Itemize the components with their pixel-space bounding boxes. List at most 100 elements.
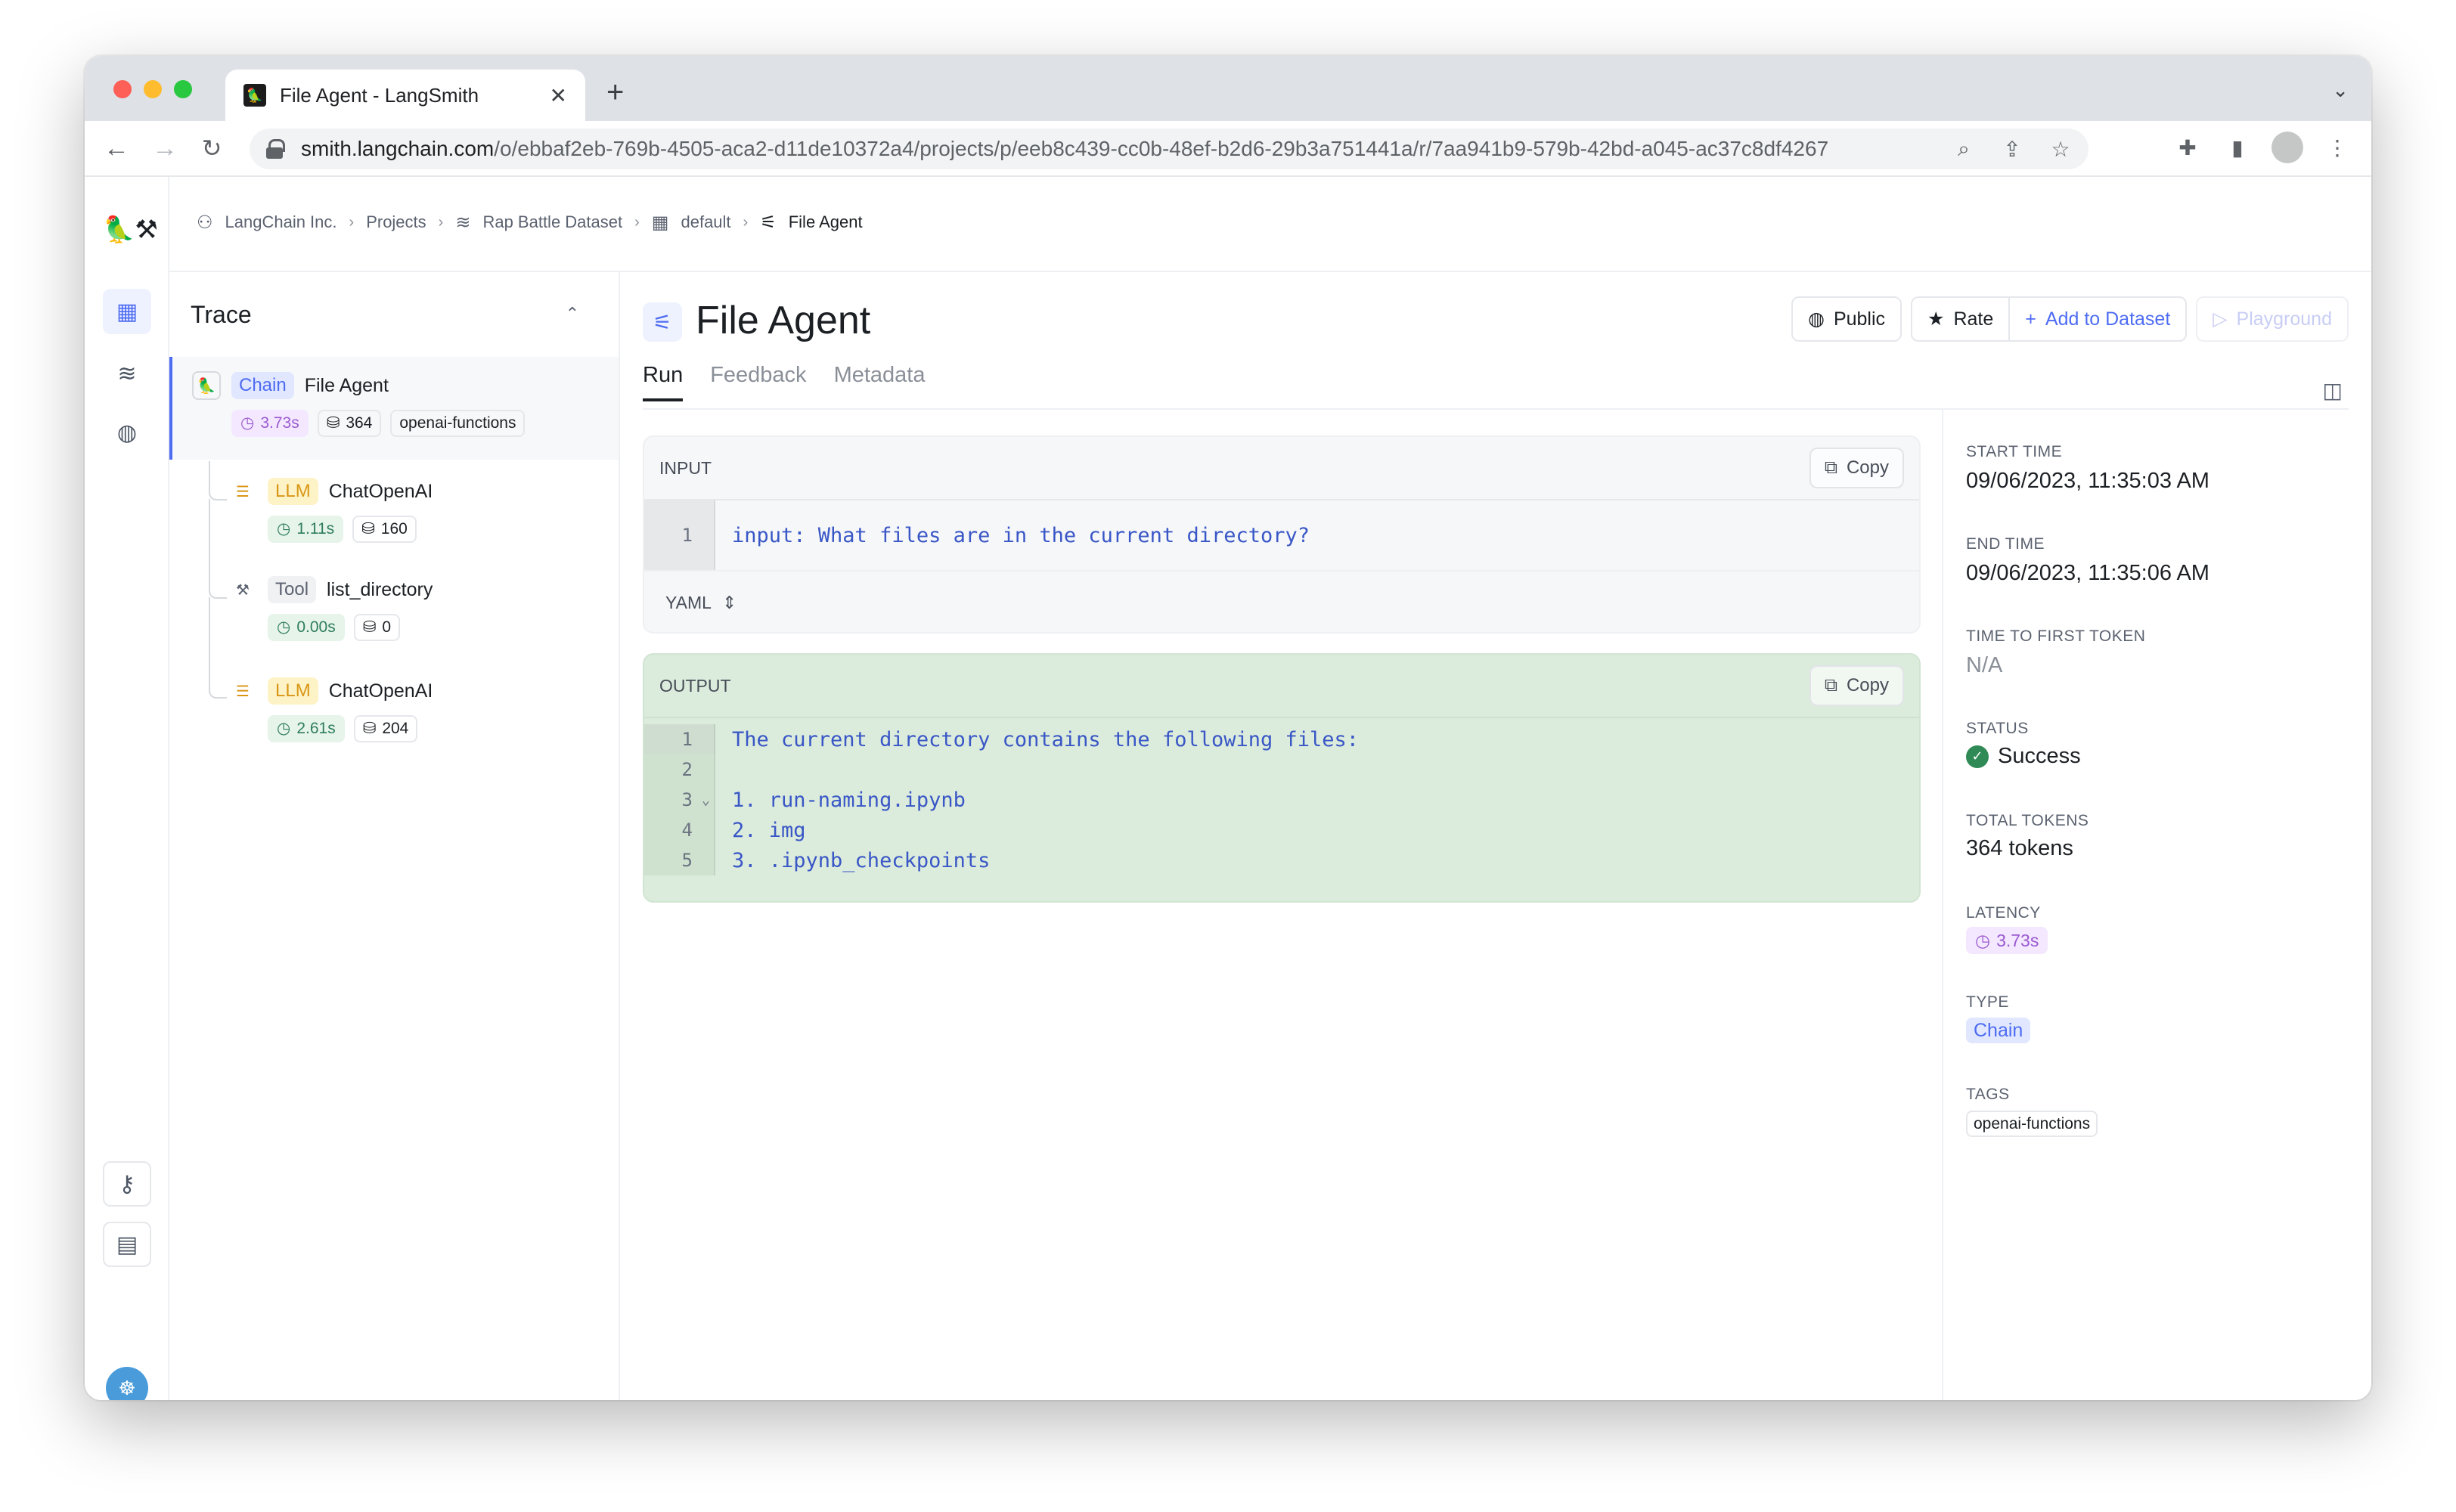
api-key-icon[interactable]: ⚷ — [103, 1161, 151, 1207]
copy-icon: ⧉ — [1824, 675, 1837, 696]
fold-chevron-icon[interactable]: ⌄ — [702, 792, 710, 808]
hub-globe-icon[interactable]: ◍ — [103, 410, 151, 455]
code-line: 1. run-naming.ipynb — [732, 788, 966, 812]
chevron-right-icon: › — [634, 213, 640, 231]
llm-stack-icon: ☰ — [236, 483, 250, 500]
browser-menu-icon[interactable]: ⋮ — [2321, 132, 2353, 163]
run-type-pill: Tool — [268, 576, 317, 603]
copy-icon: ⧉ — [1824, 457, 1837, 478]
new-tab-button[interactable]: + — [606, 77, 624, 107]
chevron-right-icon: › — [438, 213, 444, 231]
tokens-chip: ⛁ 204 — [353, 715, 418, 742]
breadcrumb-org[interactable]: LangChain Inc. — [225, 212, 337, 232]
trace-panel: Trace ⌃ 🦜 Chain File Agent ◷ 3.73s ⛁ 364 o… — [169, 271, 620, 1400]
tool-wrench-icon: ⚒ — [236, 581, 250, 599]
minimize-window-button[interactable] — [144, 80, 162, 98]
node-name: ChatOpenAI — [328, 480, 433, 502]
chevron-right-icon: › — [349, 213, 355, 231]
end-time-value: 09/06/2023, 11:35:06 AM — [1966, 561, 2209, 585]
tokens-chip: ⛁ 160 — [352, 516, 417, 543]
copy-output-button[interactable]: ⧉ Copy — [1809, 665, 1904, 706]
projects-grid-icon[interactable]: ▦ — [103, 289, 151, 334]
back-arrow-icon[interactable]: ← — [100, 132, 133, 165]
forward-arrow-icon[interactable]: → — [148, 132, 181, 165]
trace-node-root[interactable]: 🦜 Chain File Agent ◷ 3.73s ⛁ 364 openai-fu… — [169, 357, 619, 460]
add-to-dataset-button[interactable]: + Add to Dataset — [2008, 296, 2188, 342]
side-panel-icon[interactable]: ▮ — [2222, 132, 2253, 163]
breadcrumb-dataset[interactable]: Rap Battle Dataset — [482, 212, 622, 232]
zoom-icon[interactable]: ⌕ — [1949, 135, 1978, 163]
datasets-database-icon[interactable]: ≋ — [103, 351, 151, 396]
bookmark-star-icon[interactable]: ☆ — [2046, 135, 2075, 163]
dataset-database-icon: ≋ — [455, 212, 471, 233]
langchain-logo-icon[interactable]: 🦜⚒ — [103, 215, 158, 245]
project-grid-icon: ▦ — [651, 212, 669, 233]
profile-avatar[interactable] — [2271, 132, 2303, 163]
trace-node-llm-2[interactable]: ☰ LLM ChatOpenAI ◷ 2.61s ⛁ 204 — [228, 676, 433, 742]
output-block: OUTPUT ⧉ Copy 1 The current directory cont… — [643, 653, 1921, 903]
tab-metadata[interactable]: Metadata — [834, 363, 926, 401]
public-button[interactable]: ◍ Public — [1791, 296, 1902, 342]
run-tabs: Run Feedback Metadata — [643, 363, 925, 401]
tags-label: TAGS — [1966, 1086, 2010, 1103]
output-label: OUTPUT — [659, 675, 731, 696]
output-code-editor[interactable]: 1 The current directory contains the foll… — [644, 718, 1919, 875]
total-tokens-label: TOTAL TOKENS — [1966, 812, 2089, 829]
check-circle-icon: ✓ — [1966, 745, 1989, 768]
type-value: Chain — [1966, 1018, 2031, 1043]
run-actions: ◍ Public ★ Rate + Add to Dataset ▷ Playgroun… — [1791, 296, 2349, 342]
status-label: STATUS — [1966, 720, 2029, 737]
run-type-pill: LLM — [268, 478, 318, 505]
rate-button[interactable]: ★ Rate — [1911, 296, 2009, 342]
collapse-chevron-up-icon[interactable]: ⌃ — [566, 304, 579, 324]
code-line: input: What files are in the current dir… — [732, 523, 1310, 547]
page-title: File Agent — [696, 299, 871, 342]
tokens-chip: ⛁ 364 — [317, 410, 382, 437]
input-code-editor[interactable]: 1 input: What files are in the current d… — [644, 500, 1919, 570]
clock-icon: ◷ — [1975, 931, 1991, 950]
left-rail: 🦜⚒ ▦ ≋ ◍ ⚷ ▤ ☸ — [85, 177, 169, 1400]
share-icon[interactable]: ⇪ — [1998, 135, 2027, 163]
organization-icon: ⚇ — [197, 212, 213, 233]
close-window-button[interactable] — [113, 80, 132, 98]
browser-toolbar: ← → ↻ smith.langchain.com/o/ebbaf2eb-769… — [85, 121, 2371, 177]
run-chain-icon: ⚟ — [643, 302, 682, 342]
star-icon: ★ — [1927, 308, 1945, 330]
trace-node-tool[interactable]: ⚒ Tool list_directory ◷ 0.00s ⛁ 0 — [228, 575, 433, 641]
docs-document-icon[interactable]: ▤ — [103, 1222, 151, 1267]
latency-chip: ◷ 1.11s — [268, 516, 344, 543]
tag-chip: openai-functions — [1966, 1111, 2098, 1137]
breadcrumb-default[interactable]: default — [681, 212, 730, 232]
tokens-chip: ⛁ 0 — [353, 614, 400, 641]
tree-connector — [209, 597, 227, 699]
latency-value: ◷ 3.73s — [1966, 927, 2048, 954]
reload-icon[interactable]: ↻ — [195, 132, 228, 165]
browser-tab[interactable]: 🦜 File Agent - LangSmith ✕ — [225, 70, 585, 121]
node-name: File Agent — [304, 374, 389, 396]
format-selector[interactable]: YAML ⇕ — [644, 570, 1919, 632]
extensions-puzzle-icon[interactable]: ✚ — [2172, 132, 2203, 163]
chain-parrot-icon: 🦜 — [192, 371, 221, 400]
latency-chip: ◷ 2.61s — [268, 715, 345, 742]
trace-title: Trace — [191, 301, 252, 328]
toggle-details-panel-icon[interactable]: ◫ — [2323, 378, 2343, 403]
address-bar[interactable]: smith.langchain.com/o/ebbaf2eb-769b-4505… — [250, 129, 2089, 169]
copy-input-button[interactable]: ⧉ Copy — [1809, 448, 1904, 488]
maximize-window-button[interactable] — [174, 80, 192, 98]
tab-run[interactable]: Run — [643, 363, 684, 401]
tab-title: File Agent - LangSmith — [280, 83, 479, 107]
langsmith-app: 🦜⚒ ▦ ≋ ◍ ⚷ ▤ ☸ ⚇ LangChain Inc. › Projec… — [85, 177, 2371, 1400]
trace-node-llm-1[interactable]: ☰ LLM ChatOpenAI ◷ 1.11s ⛁ 160 — [228, 476, 433, 543]
tab-close-icon[interactable]: ✕ — [550, 83, 567, 108]
chevron-up-down-icon: ⇕ — [721, 592, 737, 612]
start-time-value: 09/06/2023, 11:35:03 AM — [1966, 469, 2209, 493]
breadcrumb: ⚇ LangChain Inc. › Projects › ≋ Rap Batt… — [197, 207, 863, 237]
breadcrumb-projects[interactable]: Projects — [366, 212, 426, 232]
llm-stack-icon: ☰ — [236, 683, 250, 700]
ttft-label: TIME TO FIRST TOKEN — [1966, 627, 2146, 645]
user-avatar[interactable]: ☸ — [106, 1367, 148, 1400]
playground-button[interactable]: ▷ Playground — [2196, 296, 2349, 342]
tab-search-chevron-icon[interactable]: ⌄ — [2332, 79, 2349, 102]
code-line: 2. img — [732, 818, 806, 842]
tab-feedback[interactable]: Feedback — [710, 363, 806, 401]
